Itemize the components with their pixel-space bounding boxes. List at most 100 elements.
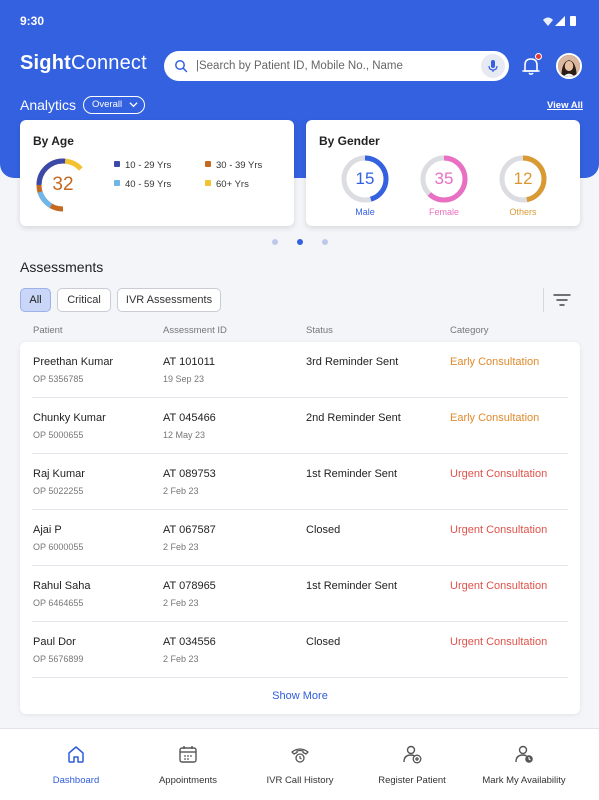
nav-mark-my-availability[interactable]: Mark My Availability <box>464 729 584 800</box>
assessment-id: AT 101011 <box>163 356 215 368</box>
nav-register-patient[interactable]: Register Patient <box>352 729 472 800</box>
table-row[interactable]: Preethan Kumar OP 5356785 AT 101011 19 S… <box>32 342 568 398</box>
user-clock-icon <box>515 745 533 763</box>
column-header-patient: Patient <box>33 325 63 336</box>
table-row[interactable]: Chunky Kumar OP 5000655 AT 045466 12 May… <box>32 398 568 454</box>
nav-label: Dashboard <box>52 775 100 786</box>
nav-label: Appointments <box>158 775 218 786</box>
legend-swatch <box>114 180 120 186</box>
patient-op-number: OP 6464655 <box>33 598 84 608</box>
patient-name: Preethan Kumar <box>33 356 114 368</box>
patient-name: Ajai P <box>33 524 62 536</box>
patient-op-number: OP 5676899 <box>33 654 84 664</box>
analytics-filter-value: Overall <box>92 99 123 110</box>
filter-sort-icon[interactable] <box>553 292 571 308</box>
age-analytics-card[interactable]: By Age 32 10 - 29 Yrs 30 - 39 Yrs 40 - 5… <box>20 120 294 226</box>
show-more-button[interactable]: Show More <box>20 690 580 702</box>
age-average-value: 32 <box>52 174 74 195</box>
nav-ivr-call-history[interactable]: IVR Call History <box>240 729 360 800</box>
assessment-id: AT 067587 <box>163 524 216 536</box>
view-all-link[interactable]: View All <box>547 100 583 111</box>
assessment-date: 2 Feb 23 <box>163 598 199 608</box>
carousel-pagination <box>272 239 332 247</box>
calendar-icon <box>179 746 197 763</box>
signal-wifi-battery-icon <box>543 16 576 26</box>
legend-swatch <box>205 161 211 167</box>
assessment-status: 1st Reminder Sent <box>306 468 398 480</box>
assessment-date: 2 Feb 23 <box>163 486 199 496</box>
add-user-icon <box>403 745 422 764</box>
legend-swatch <box>205 180 211 186</box>
assessment-date: 19 Sep 23 <box>163 374 205 384</box>
nav-label: IVR Call History <box>266 775 334 786</box>
nav-dashboard[interactable]: Dashboard <box>16 729 136 800</box>
patient-op-number: OP 5022255 <box>33 486 84 496</box>
avatar[interactable] <box>556 53 582 79</box>
analytics-filter-dropdown[interactable]: Overall <box>83 96 146 114</box>
assessment-id: AT 034556 <box>163 636 216 648</box>
patient-name: Paul Dor <box>33 636 76 648</box>
assessment-date: 2 Feb 23 <box>163 542 199 552</box>
assessment-status: 3rd Reminder Sent <box>306 356 399 368</box>
filter-chip-critical[interactable]: Critical <box>57 288 111 312</box>
others-count: 12 <box>513 169 533 188</box>
assessment-category: Urgent Consultation <box>450 524 548 536</box>
search-bar[interactable] <box>164 51 509 81</box>
age-card-title: By Age <box>33 134 74 148</box>
assessment-status: Closed <box>306 636 341 648</box>
nav-appointments[interactable]: Appointments <box>128 729 248 800</box>
app-logo: SightConnect <box>20 52 147 74</box>
phone-history-icon <box>291 748 309 763</box>
assessment-status: 1st Reminder Sent <box>306 580 398 592</box>
assessment-id: AT 089753 <box>163 468 216 480</box>
assessment-status: 2nd Reminder Sent <box>306 412 401 424</box>
search-input[interactable] <box>196 56 466 76</box>
assessment-date: 2 Feb 23 <box>163 654 199 664</box>
patient-op-number: OP 6000055 <box>33 542 84 552</box>
home-icon <box>68 746 84 763</box>
assessment-category: Urgent Consultation <box>450 636 548 648</box>
user-photo-icon <box>558 55 580 77</box>
pagination-dot-active[interactable] <box>297 239 303 245</box>
age-legend-item: 30 - 39 Yrs <box>205 160 262 171</box>
table-row[interactable]: Rahul Saha OP 6464655 AT 078965 2 Feb 23… <box>32 566 568 622</box>
age-legend-item: 60+ Yrs <box>205 179 249 190</box>
table-row[interactable]: Ajai P OP 6000055 AT 067587 2 Feb 23 Clo… <box>32 510 568 566</box>
patient-op-number: OP 5000655 <box>33 430 84 440</box>
filter-chip-all[interactable]: All <box>20 288 51 312</box>
gender-analytics-card[interactable]: By Gender 15 Male 35 Female 12 Others <box>306 120 580 226</box>
filter-chip-ivr-assessments[interactable]: IVR Assessments <box>117 288 221 312</box>
column-header-assessment-id: Assessment ID <box>163 325 227 336</box>
assessment-category: Early Consultation <box>450 412 540 424</box>
search-icon <box>175 60 188 73</box>
patient-name: Rahul Saha <box>33 580 91 592</box>
patient-name: Chunky Kumar <box>33 412 106 424</box>
mic-button[interactable] <box>481 54 505 78</box>
male-count: 15 <box>355 169 375 188</box>
others-label: Others <box>509 207 537 217</box>
assessments-table: Preethan Kumar OP 5356785 AT 101011 19 S… <box>20 342 580 714</box>
patient-name: Raj Kumar <box>33 468 85 480</box>
nav-label: Mark My Availability <box>482 775 566 786</box>
table-row[interactable]: Paul Dor OP 5676899 AT 034556 2 Feb 23 C… <box>32 622 568 678</box>
pagination-dot[interactable] <box>322 239 328 245</box>
pagination-dot[interactable] <box>272 239 278 245</box>
assessment-id: AT 045466 <box>163 412 216 424</box>
assessment-category: Early Consultation <box>450 356 540 368</box>
notification-badge <box>535 53 542 60</box>
gender-card-title: By Gender <box>319 134 380 148</box>
assessment-date: 12 May 23 <box>163 430 206 440</box>
analytics-title: Analytics <box>20 97 77 113</box>
assessments-title: Assessments <box>20 259 104 275</box>
column-header-category: Category <box>450 325 489 336</box>
assessment-id: AT 078965 <box>163 580 216 592</box>
male-label: Male <box>355 207 375 217</box>
age-legend-item: 40 - 59 Yrs <box>114 179 171 190</box>
status-time: 9:30 <box>20 14 45 28</box>
table-row[interactable]: Raj Kumar OP 5022255 AT 089753 2 Feb 23 … <box>32 454 568 510</box>
patient-op-number: OP 5356785 <box>33 374 84 384</box>
divider <box>543 288 544 312</box>
column-header-status: Status <box>306 325 333 336</box>
female-count: 35 <box>434 169 454 188</box>
chevron-down-icon <box>129 102 138 108</box>
